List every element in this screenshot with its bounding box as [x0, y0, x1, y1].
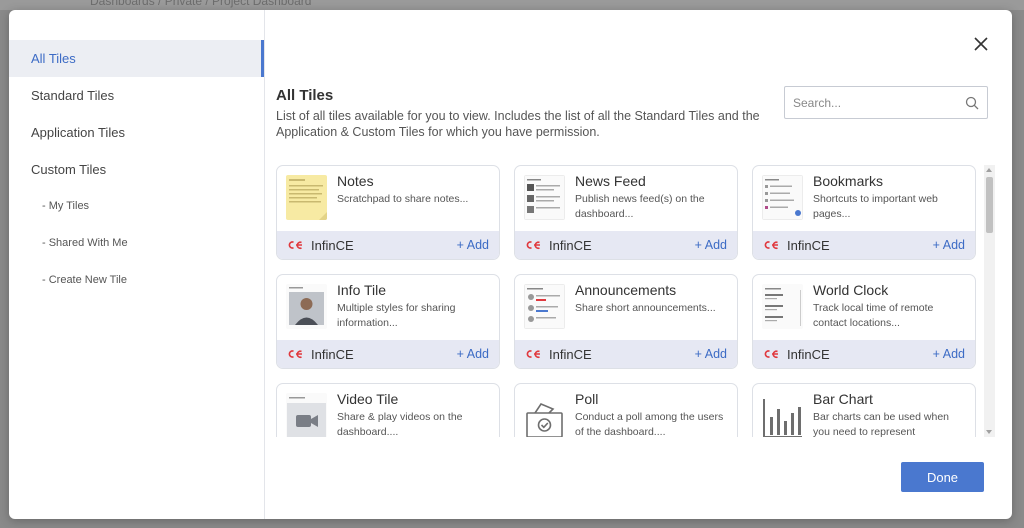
tile-card-notes[interactable]: Notes Scratchpad to share notes... Infin… — [276, 165, 500, 260]
tile-title: News Feed — [575, 173, 646, 189]
brand-name: InfinCE — [787, 346, 830, 362]
tile-footer: InfinCE + Add — [753, 231, 975, 259]
backdrop: Dashboards / Private / Project Dashboard — [0, 0, 1024, 10]
tile-description: Track local time of remote contact locat… — [813, 302, 934, 329]
brand-name: InfinCE — [311, 237, 354, 253]
info-tile-thumb — [286, 284, 327, 329]
infince-logo-icon — [288, 241, 302, 250]
scroll-up-arrow-icon[interactable] — [986, 168, 992, 172]
scroll-down-arrow-icon[interactable] — [986, 430, 992, 434]
tile-card-news-feed[interactable]: News Feed Publish news feed(s) on the da… — [514, 165, 738, 260]
tile-card-bar-chart[interactable]: Bar Chart Bar charts can be used when yo… — [752, 383, 976, 437]
tile-card-world-clock[interactable]: World Clock Track local time of remote c… — [752, 274, 976, 369]
search-input[interactable] — [793, 95, 965, 110]
sidebar-item-shared-with-me[interactable]: - Shared With Me — [9, 225, 264, 262]
close-icon — [974, 37, 988, 51]
sidebar-item-my-tiles[interactable]: - My Tiles — [9, 188, 264, 225]
add-tile-button[interactable]: + Add — [695, 238, 727, 252]
search-icon[interactable] — [965, 96, 979, 110]
tile-description: Publish news feed(s) on the dashboard... — [575, 193, 705, 220]
add-tile-button[interactable]: + Add — [457, 347, 489, 361]
tile-card-info-tile[interactable]: Info Tile Multiple styles for sharing in… — [276, 274, 500, 369]
sidebar-item-standard-tiles[interactable]: Standard Tiles — [9, 77, 264, 114]
tile-description: Shortcuts to important web pages... — [813, 193, 938, 220]
tile-description: Conduct a poll among the users of the da… — [575, 411, 724, 437]
close-button[interactable] — [969, 32, 993, 56]
tile-card-bookmarks[interactable]: Bookmarks Shortcuts to important web pag… — [752, 165, 976, 260]
page-title: All Tiles — [276, 87, 334, 104]
tile-card-announcements[interactable]: Announcements Share short announcements.… — [514, 274, 738, 369]
add-tiles-dialog: All Tiles Standard Tiles Application Til… — [9, 10, 1012, 519]
brand-name: InfinCE — [311, 346, 354, 362]
tile-card-video-tile[interactable]: Video Tile Share & play videos on the da… — [276, 383, 500, 437]
add-tile-button[interactable]: + Add — [933, 347, 965, 361]
announcements-thumb — [524, 284, 565, 329]
bar-chart-thumb — [762, 393, 803, 437]
tile-description: Share & play videos on the dashboard.... — [337, 411, 463, 437]
tiles-scrollbar[interactable] — [984, 165, 995, 437]
brand-name: InfinCE — [787, 237, 830, 253]
search-box[interactable] — [784, 86, 988, 119]
sidebar-item-create-new-tile[interactable]: - Create New Tile — [9, 262, 264, 299]
bookmarks-thumb — [762, 175, 803, 220]
done-button[interactable]: Done — [901, 462, 984, 492]
tile-card-poll[interactable]: Poll Conduct a poll among the users of t… — [514, 383, 738, 437]
tile-title: Announcements — [575, 282, 677, 298]
tile-footer: InfinCE + Add — [277, 340, 499, 368]
add-tile-button[interactable]: + Add — [933, 238, 965, 252]
tile-description: Scratchpad to share notes... — [337, 193, 469, 205]
tile-footer: InfinCE + Add — [753, 340, 975, 368]
sidebar-item-application-tiles[interactable]: Application Tiles — [9, 114, 264, 151]
sidebar-item-all-tiles[interactable]: All Tiles — [9, 40, 264, 77]
infince-logo-icon — [526, 241, 540, 250]
add-tile-button[interactable]: + Add — [457, 238, 489, 252]
tile-title: Bookmarks — [813, 173, 884, 189]
tile-title: Poll — [575, 391, 599, 407]
video-thumb — [286, 393, 327, 437]
tile-title: World Clock — [813, 282, 889, 298]
tile-title: Video Tile — [337, 391, 399, 407]
infince-logo-icon — [764, 350, 778, 359]
tile-footer: InfinCE + Add — [515, 340, 737, 368]
add-tile-button[interactable]: + Add — [695, 347, 727, 361]
scrollbar-thumb[interactable] — [986, 177, 993, 233]
tile-title: Bar Chart — [813, 391, 873, 407]
tile-footer: InfinCE + Add — [277, 231, 499, 259]
notes-thumb — [286, 175, 327, 220]
infince-logo-icon — [526, 350, 540, 359]
tiles-grid: Notes Scratchpad to share notes... Infin… — [276, 165, 996, 437]
poll-thumb — [524, 393, 565, 437]
tile-footer: InfinCE + Add — [515, 231, 737, 259]
category-sidebar: All Tiles Standard Tiles Application Til… — [9, 10, 265, 519]
tile-description: Bar charts can be used when you need to … — [813, 411, 949, 437]
news-feed-thumb — [524, 175, 565, 220]
tile-title: Notes — [337, 173, 374, 189]
tile-description: Share short announcements... — [575, 302, 716, 314]
tile-description: Multiple styles for sharing information.… — [337, 302, 456, 329]
sidebar-item-custom-tiles[interactable]: Custom Tiles — [9, 151, 264, 188]
brand-name: InfinCE — [549, 237, 592, 253]
backdrop-breadcrumb: Dashboards / Private / Project Dashboard — [90, 0, 312, 8]
world-clock-thumb — [762, 284, 803, 329]
brand-name: InfinCE — [549, 346, 592, 362]
tile-title: Info Tile — [337, 282, 387, 298]
infince-logo-icon — [764, 241, 778, 250]
page-description: List of all tiles available for you to v… — [276, 109, 760, 139]
infince-logo-icon — [288, 350, 302, 359]
